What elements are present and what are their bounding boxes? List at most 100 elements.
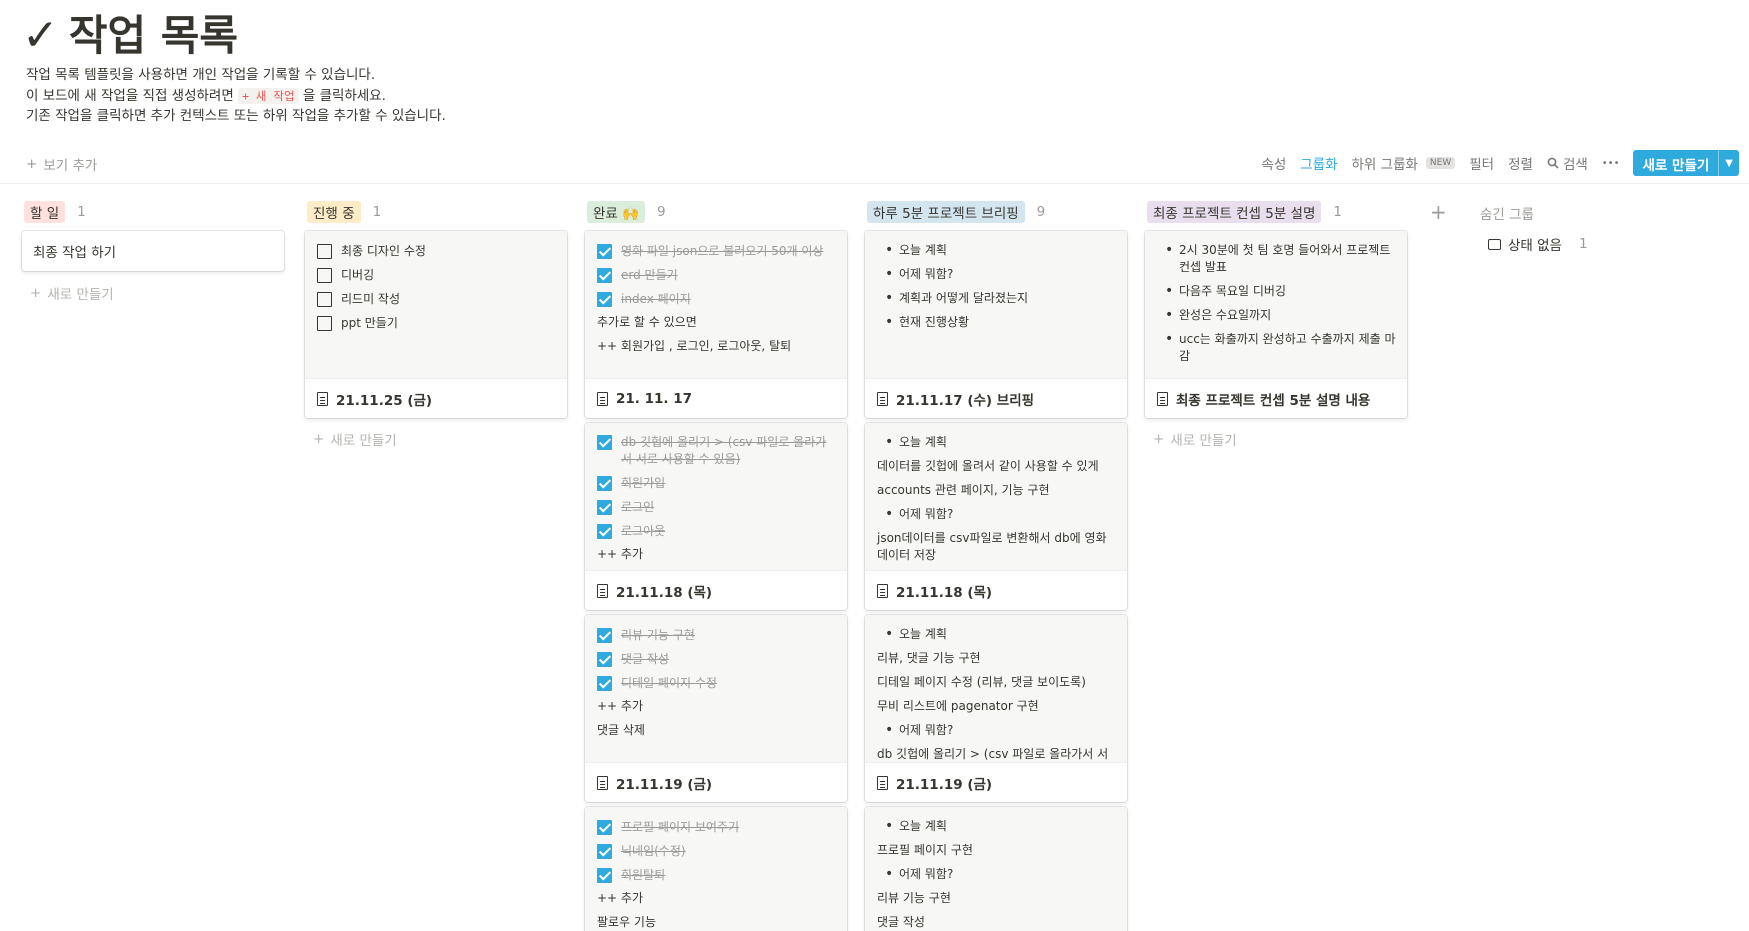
column-count: 9 [656,204,666,220]
checkbox-checked[interactable] [597,267,612,283]
card-preview: 2시 30분에 첫 팀 호명 들어와서 프로젝트 컨셉 발표 다음주 목요일 디… [1145,231,1407,378]
checkbox-checked[interactable] [597,843,612,859]
properties-button[interactable]: 속성 [1261,153,1286,173]
bullet-item: 계획과 어떻게 달라졌는지 [877,287,1117,311]
card-title: 21.11.18 (목) [616,584,713,601]
bullet-item: 2시 30분에 첫 팀 호명 들어와서 프로젝트 컨셉 발표 [1157,239,1397,280]
add-group-button[interactable]: + [1430,200,1447,224]
checkbox-checked[interactable] [597,475,612,491]
task-card[interactable]: 오늘 계획 데이터를 깃헙에 올려서 같이 사용할 수 있게 accounts … [865,423,1127,610]
bullet-text: 어제 뭐함? [899,723,954,737]
todo-item: 회원가입 [597,471,837,495]
checkbox[interactable] [317,267,332,283]
card-preview: 프로필 페이지 보여주기 닉네임(수정) 회원탈퇴 ++ 추가 팔로우 기능 [585,807,847,931]
checkbox-checked[interactable] [597,819,612,835]
checkbox-checked[interactable] [597,499,612,515]
more-options-icon[interactable]: ••• [1602,158,1620,169]
search-label: 검색 [1562,157,1588,173]
checkbox-checked[interactable] [597,523,612,539]
todo-text: 로그인 [621,500,655,514]
hidden-group-label: 상태 없음 [1508,238,1562,254]
plus-icon: + [30,285,42,301]
filter-button[interactable]: 필터 [1469,153,1494,173]
column-header[interactable]: 완료 🙌 9 [585,200,847,224]
hidden-group-count: 1 [1578,236,1588,252]
task-card[interactable]: 프로필 페이지 보여주기 닉네임(수정) 회원탈퇴 ++ 추가 팔로우 기능 [585,807,847,931]
task-card[interactable]: 오늘 계획 리뷰, 댓글 기능 구현 디테일 페이지 수정 (리뷰, 댓글 보이… [865,615,1127,802]
task-card[interactable]: db 깃헙에 올리기 > (csv 파일로 올라가서 서로 사용할 수 있음) … [585,423,847,610]
subgroup-button[interactable]: 하위 그룹화 NEW [1352,153,1456,173]
card-preview: 리뷰 기능 구현 댓글 작성 디테일 페이지 수정 ++ 추가 댓글 삭제 [585,615,847,762]
task-card[interactable]: 2시 30분에 첫 팀 호명 들어와서 프로젝트 컨셉 발표 다음주 목요일 디… [1145,231,1407,418]
column-header[interactable]: 하루 5분 프로젝트 브리핑 9 [865,200,1127,224]
new-button[interactable]: 새로 만들기 ▼ [1633,150,1739,176]
column-header[interactable]: 진행 중 1 [305,200,567,224]
checkbox[interactable] [317,315,332,331]
add-card-button[interactable]: + 새로 만들기 [313,429,397,449]
bullet-item: 오늘 계획 [877,815,1117,839]
bullet-text: 현재 진행상황 [899,315,970,329]
description-line: 작업 목록 템플릿을 사용하면 개인 작업을 기록할 수 있습니다. [26,67,376,83]
card-title: 최종 작업 하기 [33,245,117,261]
bullet-text: ucc는 화출까지 완성하고 수출까지 제출 마감 [1179,332,1396,363]
board-column-in-progress: 진행 중 1 최종 디자인 수정 디버깅 리드미 작성 ppt 만들기 21.1… [305,200,567,449]
checkbox-checked[interactable] [597,867,612,883]
add-view-button[interactable]: + 보기 추가 [26,154,97,174]
search-button[interactable]: 검색 [1547,153,1588,173]
checkbox[interactable] [317,243,332,259]
bullet-item: 어제 뭐함? [877,263,1117,287]
task-card[interactable]: 영화 파일 json으로 불러오기 50개 이상 erd 만들기 index 페… [585,231,847,418]
bullet-icon [877,266,899,283]
paragraph: 추가로 할 수 있으면 [597,315,697,329]
todo-text: erd 만들기 [621,268,678,282]
chevron-down-icon[interactable]: ▼ [1718,150,1739,176]
task-card[interactable]: 최종 디자인 수정 디버깅 리드미 작성 ppt 만들기 21.11.25 (금… [305,231,567,418]
bullet-text: 어제 뭐함? [899,267,954,281]
add-card-button[interactable]: + 새로 만들기 [30,283,114,303]
paragraph: accounts 관련 페이지, 기능 구현 [877,483,1050,497]
todo-text: 회원가입 [621,476,666,490]
add-card-label: 새로 만들기 [1170,433,1237,449]
task-card[interactable]: 최종 작업 하기 [22,231,284,271]
add-card-button[interactable]: + 새로 만들기 [1153,429,1237,449]
hidden-group-no-status[interactable]: 상태 없음 1 [1488,234,1588,254]
todo-text: 리뷰 기능 구현 [621,628,695,642]
todo-item: db 깃헙에 올리기 > (csv 파일로 올라가서 서로 사용할 수 있음) [597,431,837,471]
search-icon [1547,157,1559,169]
card-footer: 21.11.19 (금) [585,762,847,802]
sort-button[interactable]: 정렬 [1508,153,1533,173]
paragraph: ++ 추가 [597,891,644,905]
bullet-icon [877,434,899,451]
task-card[interactable]: 오늘 계획 어제 뭐함? 계획과 어떻게 달라졌는지 현재 진행상황 21.11… [865,231,1127,418]
task-card[interactable]: 리뷰 기능 구현 댓글 작성 디테일 페이지 수정 ++ 추가 댓글 삭제 21… [585,615,847,802]
paragraph: json데이터를 csv파일로 변환해서 db에 영화 데이터 저장 [877,531,1107,562]
todo-text: 디테일 페이지 수정 [621,676,717,690]
bullet-text: 계획과 어떻게 달라졌는지 [899,291,1029,305]
inbox-icon [1488,238,1501,250]
checkbox-checked[interactable] [597,291,612,307]
checkbox-checked[interactable] [597,435,612,450]
todo-text: index 페이지 [621,292,691,306]
checkbox-checked[interactable] [597,651,612,667]
checkbox[interactable] [317,291,332,307]
checkbox-checked[interactable] [597,675,612,691]
card-preview: 영화 파일 json으로 불러오기 50개 이상 erd 만들기 index 페… [585,231,847,378]
add-card-label: 새로 만들기 [47,287,114,303]
checkbox-checked[interactable] [597,627,612,643]
checkbox-checked[interactable] [597,243,612,259]
task-card[interactable]: 오늘 계획 프로필 페이지 구현 어제 뭐함? 리뷰 기능 구현 댓글 작성 [865,807,1127,931]
board-column-done: 완료 🙌 9 영화 파일 json으로 불러오기 50개 이상 erd 만들기 … [585,200,847,931]
todo-text: 댓글 작성 [621,652,669,666]
todo-item: 디버깅 [317,263,557,287]
new-button-label[interactable]: 새로 만들기 [1633,150,1718,176]
todo-text: 프로필 페이지 보여주기 [621,820,740,834]
column-header[interactable]: 최종 프로젝트 컨셉 5분 설명 1 [1145,200,1407,224]
card-footer: 21.11.25 (금) [305,378,567,418]
todo-item: ppt 만들기 [317,311,557,335]
bullet-item: 어제 뭐함? [877,719,1117,743]
bullet-text: 2시 30분에 첫 팀 호명 들어와서 프로젝트 컨셉 발표 [1179,243,1391,274]
column-header[interactable]: 할 일 1 [22,200,284,224]
plus-icon: + [1153,431,1165,447]
card-preview: 오늘 계획 프로필 페이지 구현 어제 뭐함? 리뷰 기능 구현 댓글 작성 [865,807,1127,931]
group-button[interactable]: 그룹화 [1300,153,1337,173]
